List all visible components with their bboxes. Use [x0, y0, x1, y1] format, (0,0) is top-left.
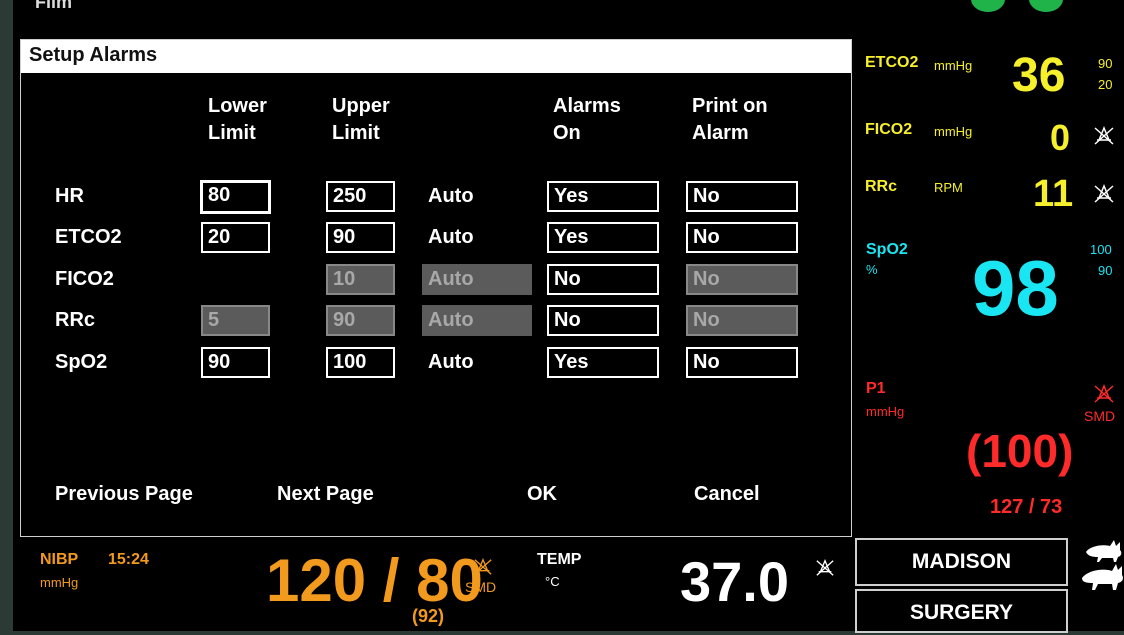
rrc-alarm-muted-icon [1093, 184, 1115, 204]
etco2-label: ETCO2 [865, 54, 919, 71]
row-label-fico2: FICO2 [55, 268, 114, 290]
etco2-value: 36 [1012, 49, 1066, 102]
hr-alarms-on-field[interactable]: Yes [547, 181, 659, 212]
next-page-button[interactable]: Next Page [277, 483, 374, 506]
spo2-auto-button[interactable]: Auto [422, 347, 532, 378]
fico2-alarm-muted-icon [1093, 126, 1115, 146]
cat-icon [1080, 532, 1124, 599]
header-lower-limit: Lower Limit [208, 95, 267, 144]
row-label-hr: HR [55, 185, 84, 207]
status-led-2 [1029, 0, 1063, 12]
fico2-auto-button: Auto [422, 264, 532, 295]
rrc-unit: RPM [934, 180, 963, 195]
header-print-on-alarm: Print on Alarm [692, 95, 768, 144]
nibp-alarm-muted-icon [473, 557, 493, 577]
hr-lower-limit-field[interactable]: 80 [200, 180, 271, 214]
nibp-time: 15:24 [108, 551, 149, 568]
rrc-alarms-on-field[interactable]: No [547, 305, 659, 336]
p1-label: P1 [866, 380, 886, 397]
fico2-label: FICO2 [865, 121, 913, 138]
rrc-value: 11 [1033, 173, 1074, 215]
status-led-1 [971, 0, 1005, 12]
header-alarms-on: Alarms On [553, 95, 621, 144]
rrc-lower-limit-field: 5 [201, 305, 270, 336]
p1-mean-value: (100) [966, 425, 1074, 477]
patient-location-button[interactable]: SURGERY [855, 589, 1068, 633]
temp-alarm-muted-icon [815, 558, 835, 578]
etco2-low-limit: 20 [1098, 77, 1113, 92]
top-label: Film [35, 0, 73, 12]
nibp-value: 120 / 80 [266, 547, 483, 614]
spo2-value: 98 [972, 244, 1059, 332]
ok-button[interactable]: OK [527, 483, 557, 506]
etco2-alarms-on-field[interactable]: Yes [547, 222, 659, 253]
p1-alarm-muted-icon [1093, 384, 1115, 404]
previous-page-button[interactable]: Previous Page [55, 483, 193, 506]
fico2-unit: mmHg [934, 124, 973, 139]
nibp-mean: (92) [412, 606, 445, 626]
etco2-unit: mmHg [934, 58, 973, 73]
row-label-spo2: SpO2 [55, 351, 108, 373]
etco2-upper-limit-field[interactable]: 90 [326, 222, 395, 253]
fico2-alarms-on-field[interactable]: No [547, 264, 659, 295]
fico2-value: 0 [1050, 117, 1071, 158]
rrc-print-on-alarm-field: No [686, 305, 798, 336]
patient-name-button[interactable]: MADISON [855, 538, 1068, 586]
p1-smd: SMD [1084, 408, 1116, 424]
spo2-print-on-alarm-field[interactable]: No [686, 347, 798, 378]
spo2-unit: % [866, 262, 878, 277]
fico2-upper-limit-field: 10 [326, 264, 395, 295]
nibp-unit: mmHg [40, 575, 79, 590]
rrc-auto-button: Auto [422, 305, 532, 336]
setup-alarms-dialog: Setup Alarms Lower Limit Upper Limit Ala… [20, 39, 852, 537]
spo2-high-limit: 100 [1090, 242, 1112, 257]
p1-sys-dia: 127 / 73 [990, 496, 1063, 518]
spo2-lower-limit-field[interactable]: 90 [201, 347, 270, 378]
p1-unit: mmHg [866, 404, 905, 419]
row-label-rrc: RRc [55, 309, 96, 331]
nibp-label: NIBP [40, 551, 79, 568]
spo2-label: SpO2 [866, 241, 908, 258]
spo2-alarms-on-field[interactable]: Yes [547, 347, 659, 378]
temp-label: TEMP [537, 551, 582, 568]
etco2-high-limit: 90 [1098, 56, 1113, 71]
hr-print-on-alarm-field[interactable]: No [686, 181, 798, 212]
fico2-print-on-alarm-field: No [686, 264, 798, 295]
cancel-button[interactable]: Cancel [694, 483, 760, 506]
hr-auto-button[interactable]: Auto [422, 181, 532, 212]
header-upper-limit: Upper Limit [332, 95, 390, 144]
spo2-upper-limit-field[interactable]: 100 [326, 347, 395, 378]
rrc-upper-limit-field: 90 [326, 305, 395, 336]
hr-upper-limit-field[interactable]: 250 [326, 181, 395, 212]
temp-value: 37.0 [680, 550, 789, 613]
row-label-etco2: ETCO2 [55, 226, 122, 248]
etco2-auto-button[interactable]: Auto [422, 222, 532, 253]
nibp-smd: SMD [465, 579, 497, 595]
dialog-title: Setup Alarms [21, 40, 851, 73]
temp-unit: °C [545, 574, 560, 589]
spo2-low-limit: 90 [1098, 263, 1113, 278]
etco2-print-on-alarm-field[interactable]: No [686, 222, 798, 253]
etco2-lower-limit-field[interactable]: 20 [201, 222, 270, 253]
rrc-label: RRc [865, 178, 898, 195]
